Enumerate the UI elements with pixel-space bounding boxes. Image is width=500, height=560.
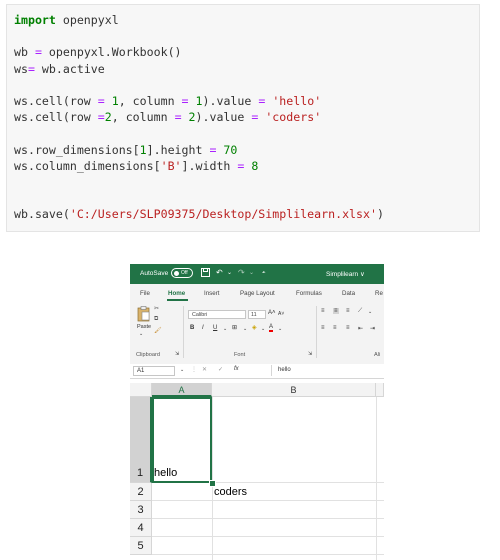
align-left-icon[interactable]: ≡ [321, 325, 325, 331]
row-header-4[interactable]: 4 [130, 519, 152, 537]
decrease-indent-icon[interactable]: ⇤ [358, 325, 363, 332]
customize-qat-icon[interactable]: ⩡ [262, 268, 265, 278]
font-color-dropdown-icon[interactable]: ⌄ [278, 326, 282, 332]
underline-icon[interactable]: U [213, 325, 217, 331]
column-header-a[interactable]: A [152, 383, 212, 397]
shrink-font-icon[interactable]: A˅ [278, 311, 284, 317]
tab-home[interactable]: Home [168, 290, 185, 297]
font-name-box[interactable]: Calibri [188, 310, 246, 319]
code-line-2: wb = openpyxl.Workbook() [14, 45, 182, 60]
gridline [152, 554, 384, 555]
redo-icon[interactable]: ↷ [238, 268, 245, 278]
fill-handle[interactable] [209, 480, 216, 487]
row-header-3[interactable]: 3 [130, 501, 152, 519]
font-launcher-icon[interactable]: ⇲ [308, 351, 312, 357]
autosave-toggle[interactable]: Off [171, 268, 193, 278]
code-line-3: ws= wb.active [14, 61, 105, 76]
underline-dropdown-icon[interactable]: ⌄ [223, 326, 227, 332]
copy-icon[interactable]: ⧉ [154, 316, 158, 323]
tab-review[interactable]: Re [375, 290, 383, 297]
code-line-8: wb.save('C:/Users/SLP09375/Desktop/Simpl… [14, 207, 384, 222]
row-header-2[interactable]: 2 [130, 483, 152, 501]
borders-icon[interactable]: ⊞ [232, 324, 237, 331]
autosave-label: AutoSave [140, 270, 169, 277]
formula-bar: A1 ⌄ ⋮ ✕ ✓ fx hello [130, 364, 384, 379]
tab-file[interactable]: File [140, 290, 150, 297]
group-font: Font [234, 352, 246, 358]
undo-dropdown-icon[interactable]: ⌄ [227, 268, 232, 278]
excel-title-bar: AutoSave Off ↶ ⌄ ↷ ⌄ ⩡ Simplilearn ∨ [130, 264, 384, 284]
code-line-5: ws.cell(row =2, column = 2).value = 'cod… [14, 110, 322, 125]
borders-dropdown-icon[interactable]: ⌄ [243, 326, 247, 332]
tab-data[interactable]: Data [342, 290, 355, 297]
fill-color-icon[interactable]: ◈ [252, 324, 257, 331]
ribbon-home: Paste ⌄ ✂ ⧉ 🖌 Clipboard ⇲ Calibri 11 A˄ … [130, 302, 384, 365]
cancel-icon[interactable]: ✕ [202, 366, 207, 373]
select-all-corner[interactable] [130, 383, 152, 397]
orientation-dropdown-icon[interactable]: ⌄ [368, 309, 372, 315]
undo-icon[interactable]: ↶ [216, 268, 223, 278]
row-header-1[interactable]: 1 [130, 397, 152, 483]
ribbon-tabs: File Home Insert Page Layout Formulas Da… [130, 284, 384, 302]
gridline [152, 500, 384, 501]
gridline [212, 397, 213, 560]
fill-dropdown-icon[interactable]: ⌄ [261, 326, 265, 332]
name-box[interactable]: A1 [133, 366, 175, 376]
active-cell-border [152, 397, 212, 483]
code-cell: import openpyxl wb = openpyxl.Workbook()… [6, 4, 480, 232]
code-line-7: ws.column_dimensions['B'].width = 8 [14, 158, 259, 173]
format-painter-icon[interactable]: 🖌 [154, 327, 162, 334]
autosave-state: Off [181, 270, 188, 276]
align-middle-icon[interactable]: ≡ [333, 308, 339, 314]
group-alignment: Ali [374, 352, 381, 358]
paste-icon[interactable] [137, 306, 151, 324]
excel-window: AutoSave Off ↶ ⌄ ↷ ⌄ ⩡ Simplilearn ∨ Fil… [130, 264, 384, 560]
insert-function-icon[interactable]: fx [234, 366, 239, 372]
enter-icon[interactable]: ✓ [218, 366, 223, 373]
tab-insert[interactable]: Insert [204, 290, 219, 297]
redo-dropdown-icon[interactable]: ⌄ [249, 268, 254, 278]
code-line-6: ws.row_dimensions[1].height = 70 [14, 142, 238, 157]
code-line-1: import openpyxl [14, 13, 119, 27]
italic-icon[interactable]: I [202, 325, 204, 331]
cut-icon[interactable]: ✂ [154, 305, 159, 312]
tab-formulas[interactable]: Formulas [296, 290, 322, 297]
paste-label[interactable]: Paste [137, 324, 151, 330]
column-header-b[interactable]: B [212, 383, 376, 397]
align-top-icon[interactable]: ≡ [321, 308, 325, 314]
paste-dropdown-icon[interactable]: ⌄ [139, 331, 143, 337]
clipboard-launcher-icon[interactable]: ⇲ [175, 351, 179, 357]
row-header-5[interactable]: 5 [130, 537, 152, 555]
ribbon-divider [316, 306, 317, 358]
orientation-icon[interactable]: ⟋ [358, 308, 362, 315]
align-center-icon[interactable]: ≡ [333, 325, 337, 331]
name-box-dropdown-icon[interactable]: ⌄ [180, 367, 184, 373]
group-clipboard: Clipboard [136, 352, 160, 358]
gridline [152, 518, 384, 519]
tab-page-layout[interactable]: Page Layout [240, 290, 275, 297]
increase-indent-icon[interactable]: ⇥ [370, 325, 375, 332]
cell-b2[interactable]: coders [214, 486, 247, 498]
bold-icon[interactable]: B [190, 325, 194, 331]
active-tab-indicator [167, 299, 188, 301]
font-color-icon[interactable]: A [269, 324, 274, 332]
font-size-box[interactable]: 11 [248, 310, 266, 319]
gridline [376, 397, 377, 560]
python-code: import openpyxl wb = openpyxl.Workbook()… [14, 12, 384, 222]
ribbon-divider [183, 306, 184, 358]
more-icon: ⋮ [191, 367, 197, 373]
toggle-knob [174, 270, 179, 276]
column-header-c[interactable] [376, 383, 384, 397]
code-line-4: ws.cell(row = 1, column = 1).value = 'he… [14, 93, 322, 108]
workbook-name[interactable]: Simplilearn ∨ [326, 270, 365, 278]
grow-font-icon[interactable]: A˄ [268, 310, 276, 316]
align-right-icon[interactable]: ≡ [346, 325, 350, 331]
gridline [152, 536, 384, 537]
save-icon[interactable] [201, 268, 210, 280]
align-bottom-icon[interactable]: ≡ [346, 308, 350, 314]
formula-input[interactable]: hello [271, 365, 384, 376]
